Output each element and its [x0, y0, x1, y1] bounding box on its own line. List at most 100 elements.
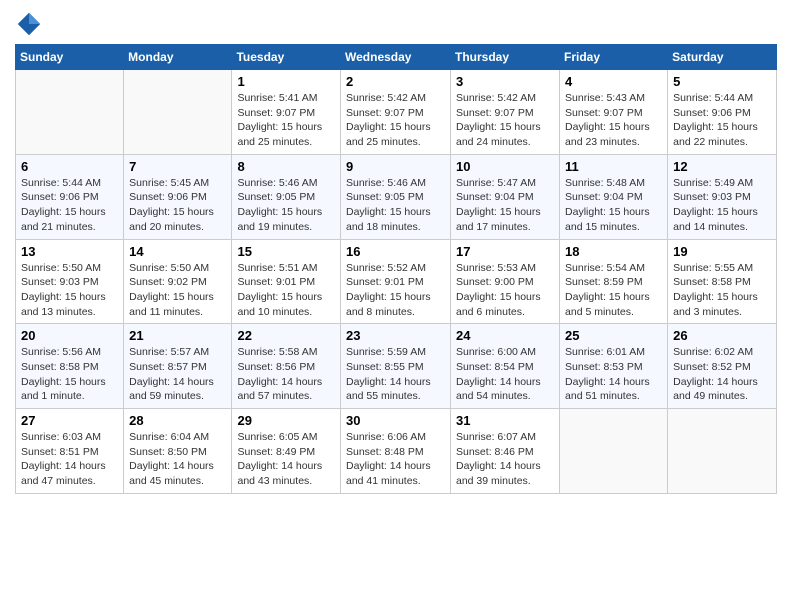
- cell-content: Sunrise: 6:06 AM Sunset: 8:48 PM Dayligh…: [346, 430, 445, 489]
- cell-content: Sunrise: 5:46 AM Sunset: 9:05 PM Dayligh…: [237, 176, 335, 235]
- cell-content: Sunrise: 5:50 AM Sunset: 9:02 PM Dayligh…: [129, 261, 226, 320]
- weekday-header-sunday: Sunday: [16, 45, 124, 70]
- cell-content: Sunrise: 5:54 AM Sunset: 8:59 PM Dayligh…: [565, 261, 662, 320]
- cell-content: Sunrise: 5:42 AM Sunset: 9:07 PM Dayligh…: [346, 91, 445, 150]
- logo: [15, 10, 47, 38]
- calendar-week-5: 27Sunrise: 6:03 AM Sunset: 8:51 PM Dayli…: [16, 409, 777, 494]
- calendar-cell: 3 Sunrise: 5:42 AM Sunset: 9:07 PM Daylig…: [451, 70, 560, 155]
- calendar-cell: 4 Sunrise: 5:43 AM Sunset: 9:07 PM Daylig…: [560, 70, 668, 155]
- calendar-cell: 22 Sunrise: 5:58 AM Sunset: 8:56 PM Dayli…: [232, 324, 341, 409]
- day-number: 7: [129, 159, 226, 174]
- day-number: 25: [565, 328, 662, 343]
- day-number: 5: [673, 74, 771, 89]
- page-header: [15, 10, 777, 38]
- cell-content: Sunrise: 6:05 AM Sunset: 8:49 PM Dayligh…: [237, 430, 335, 489]
- day-number: 16: [346, 244, 445, 259]
- calendar-cell: 2 Sunrise: 5:42 AM Sunset: 9:07 PM Daylig…: [341, 70, 451, 155]
- day-number: 31: [456, 413, 554, 428]
- day-number: 13: [21, 244, 118, 259]
- day-number: 17: [456, 244, 554, 259]
- day-number: 19: [673, 244, 771, 259]
- weekday-header-thursday: Thursday: [451, 45, 560, 70]
- calendar-cell: 10 Sunrise: 5:47 AM Sunset: 9:04 PM Dayli…: [451, 154, 560, 239]
- calendar-week-3: 13 Sunrise: 5:50 AM Sunset: 9:03 PM Dayli…: [16, 239, 777, 324]
- cell-content: Sunrise: 5:42 AM Sunset: 9:07 PM Dayligh…: [456, 91, 554, 150]
- weekday-header-saturday: Saturday: [668, 45, 777, 70]
- calendar-week-4: 20 Sunrise: 5:56 AM Sunset: 8:58 PM Dayli…: [16, 324, 777, 409]
- day-number: 2: [346, 74, 445, 89]
- weekday-header-row: SundayMondayTuesdayWednesdayThursdayFrid…: [16, 45, 777, 70]
- day-number: 3: [456, 74, 554, 89]
- cell-content: Sunrise: 5:41 AM Sunset: 9:07 PM Dayligh…: [237, 91, 335, 150]
- day-number: 10: [456, 159, 554, 174]
- calendar-cell: 21 Sunrise: 5:57 AM Sunset: 8:57 PM Dayli…: [124, 324, 232, 409]
- day-number: 28: [129, 413, 226, 428]
- cell-content: Sunrise: 5:53 AM Sunset: 9:00 PM Dayligh…: [456, 261, 554, 320]
- day-number: 29: [237, 413, 335, 428]
- cell-content: Sunrise: 5:59 AM Sunset: 8:55 PM Dayligh…: [346, 345, 445, 404]
- calendar-cell: 26 Sunrise: 6:02 AM Sunset: 8:52 PM Dayli…: [668, 324, 777, 409]
- day-number: 6: [21, 159, 118, 174]
- day-number: 22: [237, 328, 335, 343]
- cell-content: Sunrise: 6:01 AM Sunset: 8:53 PM Dayligh…: [565, 345, 662, 404]
- day-number: 26: [673, 328, 771, 343]
- cell-content: Sunrise: 5:47 AM Sunset: 9:04 PM Dayligh…: [456, 176, 554, 235]
- calendar-cell: 8 Sunrise: 5:46 AM Sunset: 9:05 PM Daylig…: [232, 154, 341, 239]
- day-number: 18: [565, 244, 662, 259]
- calendar-cell: 1 Sunrise: 5:41 AM Sunset: 9:07 PM Daylig…: [232, 70, 341, 155]
- calendar-cell: 29 Sunrise: 6:05 AM Sunset: 8:49 PM Dayli…: [232, 409, 341, 494]
- calendar-cell: 30Sunrise: 6:06 AM Sunset: 8:48 PM Dayli…: [341, 409, 451, 494]
- day-number: 24: [456, 328, 554, 343]
- cell-content: Sunrise: 5:45 AM Sunset: 9:06 PM Dayligh…: [129, 176, 226, 235]
- day-number: 8: [237, 159, 335, 174]
- calendar-cell: 14Sunrise: 5:50 AM Sunset: 9:02 PM Dayli…: [124, 239, 232, 324]
- day-number: 12: [673, 159, 771, 174]
- calendar-cell: [560, 409, 668, 494]
- cell-content: Sunrise: 5:51 AM Sunset: 9:01 PM Dayligh…: [237, 261, 335, 320]
- logo-icon: [15, 10, 43, 38]
- cell-content: Sunrise: 5:49 AM Sunset: 9:03 PM Dayligh…: [673, 176, 771, 235]
- calendar-cell: [124, 70, 232, 155]
- day-number: 4: [565, 74, 662, 89]
- calendar-cell: 5 Sunrise: 5:44 AM Sunset: 9:06 PM Daylig…: [668, 70, 777, 155]
- cell-content: Sunrise: 6:07 AM Sunset: 8:46 PM Dayligh…: [456, 430, 554, 489]
- calendar-cell: 18 Sunrise: 5:54 AM Sunset: 8:59 PM Dayli…: [560, 239, 668, 324]
- cell-content: Sunrise: 6:02 AM Sunset: 8:52 PM Dayligh…: [673, 345, 771, 404]
- cell-content: Sunrise: 5:43 AM Sunset: 9:07 PM Dayligh…: [565, 91, 662, 150]
- calendar-cell: 27Sunrise: 6:03 AM Sunset: 8:51 PM Dayli…: [16, 409, 124, 494]
- calendar-week-1: 1 Sunrise: 5:41 AM Sunset: 9:07 PM Daylig…: [16, 70, 777, 155]
- calendar-cell: 16 Sunrise: 5:52 AM Sunset: 9:01 PM Dayli…: [341, 239, 451, 324]
- cell-content: Sunrise: 5:52 AM Sunset: 9:01 PM Dayligh…: [346, 261, 445, 320]
- weekday-header-monday: Monday: [124, 45, 232, 70]
- weekday-header-wednesday: Wednesday: [341, 45, 451, 70]
- day-number: 1: [237, 74, 335, 89]
- day-number: 21: [129, 328, 226, 343]
- calendar-cell: [668, 409, 777, 494]
- calendar-cell: 7 Sunrise: 5:45 AM Sunset: 9:06 PM Daylig…: [124, 154, 232, 239]
- day-number: 11: [565, 159, 662, 174]
- day-number: 23: [346, 328, 445, 343]
- cell-content: Sunrise: 5:44 AM Sunset: 9:06 PM Dayligh…: [673, 91, 771, 150]
- calendar-cell: 20 Sunrise: 5:56 AM Sunset: 8:58 PM Dayli…: [16, 324, 124, 409]
- day-number: 20: [21, 328, 118, 343]
- calendar-cell: 25 Sunrise: 6:01 AM Sunset: 8:53 PM Dayli…: [560, 324, 668, 409]
- cell-content: Sunrise: 5:57 AM Sunset: 8:57 PM Dayligh…: [129, 345, 226, 404]
- calendar-cell: 9Sunrise: 5:46 AM Sunset: 9:05 PM Daylig…: [341, 154, 451, 239]
- day-number: 27: [21, 413, 118, 428]
- calendar-cell: 28 Sunrise: 6:04 AM Sunset: 8:50 PM Dayli…: [124, 409, 232, 494]
- cell-content: Sunrise: 5:44 AM Sunset: 9:06 PM Dayligh…: [21, 176, 118, 235]
- cell-content: Sunrise: 5:50 AM Sunset: 9:03 PM Dayligh…: [21, 261, 118, 320]
- calendar-cell: 6 Sunrise: 5:44 AM Sunset: 9:06 PM Daylig…: [16, 154, 124, 239]
- cell-content: Sunrise: 5:56 AM Sunset: 8:58 PM Dayligh…: [21, 345, 118, 404]
- calendar-cell: 15Sunrise: 5:51 AM Sunset: 9:01 PM Dayli…: [232, 239, 341, 324]
- calendar-cell: 12 Sunrise: 5:49 AM Sunset: 9:03 PM Dayli…: [668, 154, 777, 239]
- calendar-cell: 31 Sunrise: 6:07 AM Sunset: 8:46 PM Dayli…: [451, 409, 560, 494]
- cell-content: Sunrise: 5:58 AM Sunset: 8:56 PM Dayligh…: [237, 345, 335, 404]
- day-number: 9: [346, 159, 445, 174]
- calendar-cell: 23 Sunrise: 5:59 AM Sunset: 8:55 PM Dayli…: [341, 324, 451, 409]
- cell-content: Sunrise: 5:48 AM Sunset: 9:04 PM Dayligh…: [565, 176, 662, 235]
- cell-content: Sunrise: 5:55 AM Sunset: 8:58 PM Dayligh…: [673, 261, 771, 320]
- cell-content: Sunrise: 6:04 AM Sunset: 8:50 PM Dayligh…: [129, 430, 226, 489]
- calendar-week-2: 6 Sunrise: 5:44 AM Sunset: 9:06 PM Daylig…: [16, 154, 777, 239]
- calendar-cell: 11 Sunrise: 5:48 AM Sunset: 9:04 PM Dayli…: [560, 154, 668, 239]
